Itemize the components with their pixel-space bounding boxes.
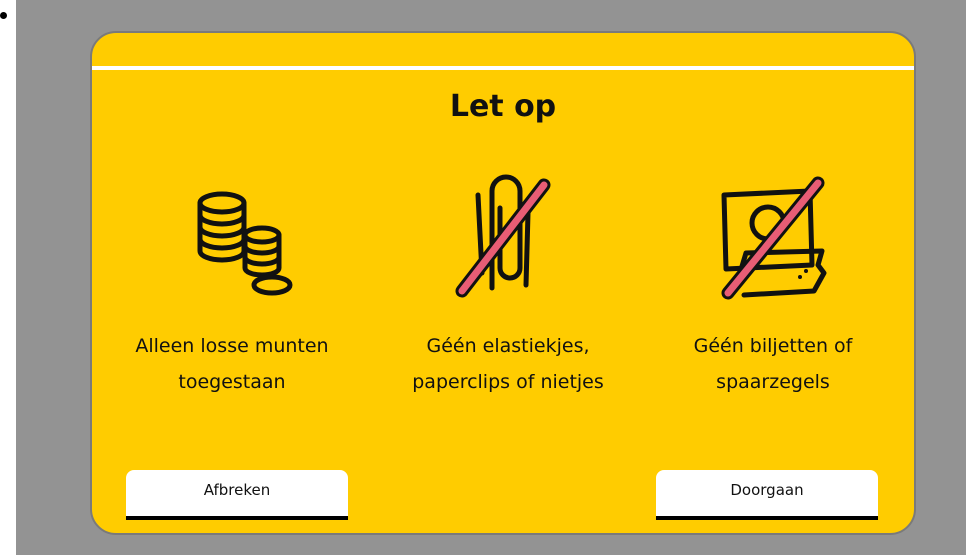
- caption-line: Géén biljetten of: [693, 335, 853, 357]
- caption-line: spaarzegels: [716, 371, 830, 393]
- caption-line: Géén elastiekjes,: [426, 335, 590, 357]
- caption-line: paperclips of nietjes: [412, 371, 604, 393]
- warning-dialog: Let op Alleen losse munten toegestaan Gé…: [90, 31, 916, 535]
- dialog-title: Let op: [449, 89, 557, 124]
- continue-button[interactable]: Doorgaan: [656, 470, 878, 520]
- item-caption-coins: Alleen losse munten toegestaan: [112, 328, 352, 400]
- caption-line: toegestaan: [178, 371, 286, 393]
- header-divider: [92, 66, 914, 70]
- corner-dot: [0, 12, 7, 19]
- item-caption-banknotes: Géén biljetten of spaarzegels: [653, 328, 893, 400]
- caption-line: Alleen losse munten: [135, 335, 329, 357]
- cancel-button[interactable]: Afbreken: [126, 470, 348, 520]
- item-caption-paperclips: Géén elastiekjes, paperclips of nietjes: [388, 328, 628, 400]
- no-paperclip-icon: [448, 173, 558, 303]
- no-banknotes-icon: [718, 173, 828, 303]
- coins-icon: [192, 173, 302, 303]
- screen-backdrop: Let op Alleen losse munten toegestaan Gé…: [16, 0, 966, 555]
